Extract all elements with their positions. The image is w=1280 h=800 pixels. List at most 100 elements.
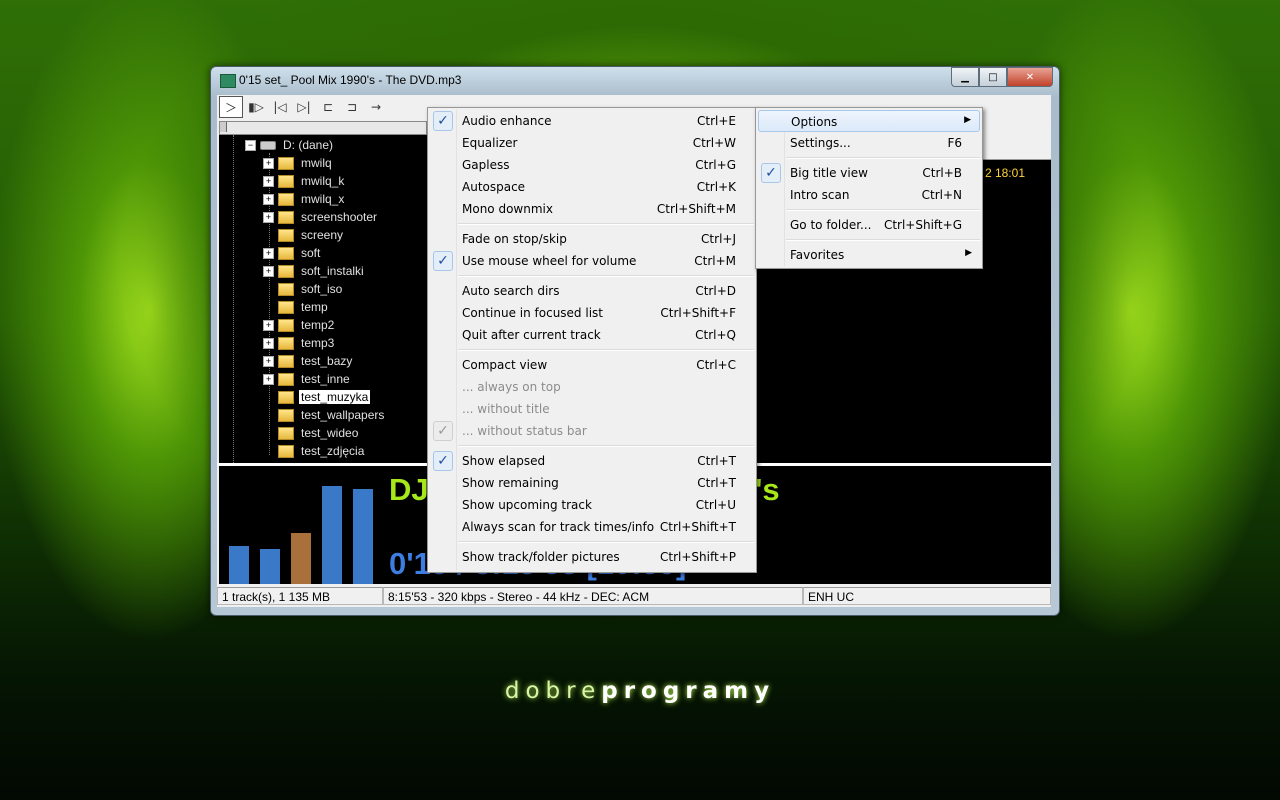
expand-icon[interactable]: +	[263, 355, 274, 367]
expand-icon[interactable]: +	[263, 265, 274, 277]
menu-item-label: Show track/folder pictures	[462, 550, 620, 564]
folder-label: screeny	[301, 228, 344, 242]
tree-folder-soft[interactable]: + soft	[263, 244, 322, 262]
play-button[interactable]: ＞	[219, 96, 243, 118]
submenu-arrow-icon: ▶	[964, 115, 971, 125]
back-folder-button[interactable]: ⊏	[317, 97, 339, 117]
tree-folder-test-bazy[interactable]: + test_bazy	[263, 352, 354, 370]
menu-item-autospace[interactable]: Autospace Ctrl+K	[430, 176, 754, 198]
title-bar[interactable]: 0'15 set_ Pool Mix 1990's - The DVD.mp3 …	[211, 67, 1059, 93]
menu-item-shortcut: Ctrl+N	[921, 188, 962, 202]
menu-item-fade-on-stop-skip[interactable]: Fade on stop/skip Ctrl+J	[430, 228, 754, 250]
folder-icon	[278, 282, 294, 296]
tree-folder-test-muzyka[interactable]: test_muzyka	[263, 388, 371, 406]
tree-folder-temp3[interactable]: + temp3	[263, 334, 336, 352]
menu-separator	[458, 223, 754, 225]
tree-line	[233, 135, 234, 463]
menu-item-mono-downmix[interactable]: Mono downmix Ctrl+Shift+M	[430, 198, 754, 220]
menu-item-label: Always scan for track times/info	[462, 520, 655, 534]
menu-item-label: Big title view	[790, 166, 868, 180]
menu-item-quit-after-current-track[interactable]: Quit after current track Ctrl+Q	[430, 324, 754, 346]
seek-knob[interactable]	[220, 122, 227, 132]
menu-item-label: Show elapsed	[462, 454, 546, 468]
menu-item-label: Favorites	[790, 248, 845, 262]
tree-folder-test-wideo[interactable]: test_wideo	[263, 424, 360, 442]
drive-icon	[260, 140, 276, 150]
tree-folder-temp[interactable]: temp	[263, 298, 330, 316]
collapse-icon[interactable]: −	[245, 139, 256, 151]
menu-item-shortcut: Ctrl+B	[922, 166, 962, 180]
minimize-button[interactable]: ▁	[951, 67, 979, 87]
menu-item-always-scan-for-track-times-info[interactable]: Always scan for track times/info Ctrl+Shi…	[430, 516, 754, 538]
maximize-button[interactable]: □	[979, 67, 1007, 87]
tree-folder-screenshooter[interactable]: + screenshooter	[263, 208, 379, 226]
expand-icon[interactable]: +	[263, 247, 274, 259]
folder-label: temp3	[301, 336, 335, 350]
expand-icon[interactable]: +	[263, 157, 274, 169]
menu-item-big-title-view[interactable]: ✓ Big title view Ctrl+B	[758, 162, 980, 184]
next-button[interactable]: ▷|	[293, 97, 315, 117]
tree-folder-soft-iso[interactable]: soft_iso	[263, 280, 344, 298]
menu-item-use-mouse-wheel-for-volume[interactable]: ✓ Use mouse wheel for volume Ctrl+M	[430, 250, 754, 272]
menu-item-options[interactable]: Options ▶	[758, 110, 980, 132]
folder-tree[interactable]: − D: (dane) + mwilq + mwilq_k + mwilq_x + screens…	[219, 135, 429, 463]
menu-item-gapless[interactable]: Gapless Ctrl+G	[430, 154, 754, 176]
status-bar: 1 track(s), 1 135 MB 8:15'53 - 320 kbps …	[217, 587, 1051, 607]
menu-item-favorites[interactable]: Favorites ▶	[758, 244, 980, 266]
drive-label: D: (dane)	[283, 138, 334, 152]
folder-label: temp	[301, 300, 328, 314]
menu-item-show-upcoming-track[interactable]: Show upcoming track Ctrl+U	[430, 494, 754, 516]
menu-item-shortcut: Ctrl+Shift+M	[656, 202, 736, 216]
expand-icon[interactable]: +	[263, 193, 274, 205]
expand-icon[interactable]: +	[263, 319, 274, 331]
close-button[interactable]: ✕	[1007, 67, 1053, 87]
folder-label: mwilq_x	[301, 192, 345, 206]
expand-icon[interactable]: +	[263, 175, 274, 187]
folder-label: test_zdjęcia	[301, 444, 365, 458]
menu-item-audio-enhance[interactable]: ✓ Audio enhance Ctrl+E	[430, 110, 754, 132]
menu-item-intro-scan[interactable]: Intro scan Ctrl+N	[758, 184, 980, 206]
menu-item-label: Quit after current track	[462, 328, 601, 342]
menu-separator	[786, 239, 980, 241]
menu-item-auto-search-dirs[interactable]: Auto search dirs Ctrl+D	[430, 280, 754, 302]
prev-button[interactable]: |◁	[269, 97, 291, 117]
folder-label: soft_iso	[301, 282, 343, 296]
tree-folder-soft-instalki[interactable]: + soft_instalki	[263, 262, 366, 280]
tree-folder-mwilq[interactable]: + mwilq	[263, 154, 334, 172]
tree-folder-mwilq-x[interactable]: + mwilq_x	[263, 190, 346, 208]
tree-folder-temp2[interactable]: + temp2	[263, 316, 336, 334]
menu-item-without-title: ... without title	[430, 398, 754, 420]
menu-item-compact-view[interactable]: Compact view Ctrl+C	[430, 354, 754, 376]
menu-item-label: Mono downmix	[462, 202, 553, 216]
tree-drive[interactable]: − D: (dane)	[245, 136, 335, 154]
folder-icon	[278, 192, 294, 206]
submenu-arrow-icon: ▶	[965, 248, 972, 258]
tree-folder-test-wallpapers[interactable]: test_wallpapers	[263, 406, 386, 424]
expand-icon[interactable]: +	[263, 337, 274, 349]
menu-item-show-elapsed[interactable]: ✓ Show elapsed Ctrl+T	[430, 450, 754, 472]
menu-item-show-remaining[interactable]: Show remaining Ctrl+T	[430, 472, 754, 494]
menu-item-equalizer[interactable]: Equalizer Ctrl+W	[430, 132, 754, 154]
tree-folder-test-inne[interactable]: + test_inne	[263, 370, 352, 388]
menu-item-settings[interactable]: Settings... F6	[758, 132, 980, 154]
expand-icon[interactable]: +	[263, 373, 274, 385]
goto-button[interactable]: →	[365, 97, 387, 117]
seek-bar[interactable]	[219, 121, 427, 135]
checkmark-icon: ✓	[433, 111, 453, 131]
menu-item-label: Show upcoming track	[462, 498, 592, 512]
menu-separator	[458, 541, 754, 543]
menu-item-label: Gapless	[462, 158, 510, 172]
folder-icon	[278, 336, 294, 350]
menu-item-go-to-folder[interactable]: Go to folder... Ctrl+Shift+G	[758, 214, 980, 236]
menu-item-show-track-folder-pictures[interactable]: Show track/folder pictures Ctrl+Shift+P	[430, 546, 754, 568]
menu-item-shortcut: Ctrl+K	[696, 180, 736, 194]
forward-folder-button[interactable]: ⊐	[341, 97, 363, 117]
pause-button[interactable]: ▮▷	[245, 97, 267, 117]
window-title: 0'15 set_ Pool Mix 1990's - The DVD.mp3	[239, 73, 462, 87]
menu-item-continue-in-focused-list[interactable]: Continue in focused list Ctrl+Shift+F	[430, 302, 754, 324]
expand-icon[interactable]: +	[263, 211, 274, 223]
tree-folder-test-zdj-cia[interactable]: test_zdjęcia	[263, 442, 366, 460]
tree-folder-screeny[interactable]: screeny	[263, 226, 345, 244]
folder-label: test_wallpapers	[301, 408, 385, 422]
tree-folder-mwilq-k[interactable]: + mwilq_k	[263, 172, 346, 190]
